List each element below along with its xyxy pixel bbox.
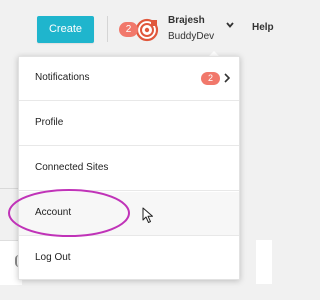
- user-site-name[interactable]: BuddyDev: [168, 31, 214, 42]
- top-bar: Create 2 Brajesh BuddyDev Help: [0, 0, 274, 58]
- create-button[interactable]: Create: [37, 16, 94, 43]
- notification-count-badge[interactable]: 2: [119, 22, 138, 37]
- user-dropdown-menu: Notifications 2 Profile Connected Sites …: [18, 56, 240, 280]
- pinwheel-avatar-icon[interactable]: [135, 18, 159, 42]
- menu-item-label: Profile: [35, 117, 64, 128]
- notifications-badge: 2: [201, 72, 220, 85]
- menu-item-profile[interactable]: Profile: [19, 102, 239, 146]
- divider: [107, 16, 108, 42]
- menu-item-label: Connected Sites: [35, 162, 109, 173]
- menu-item-label: Notifications: [35, 72, 90, 83]
- help-link[interactable]: Help: [252, 22, 274, 33]
- mouse-cursor-icon: [142, 207, 153, 223]
- chevron-down-icon[interactable]: [226, 22, 234, 28]
- user-name[interactable]: Brajesh: [168, 15, 205, 26]
- menu-item-log-out[interactable]: Log Out: [19, 237, 239, 281]
- menu-item-notifications[interactable]: Notifications 2: [19, 57, 239, 101]
- chevron-right-icon: [224, 73, 230, 83]
- highlight-ellipse: [8, 189, 130, 237]
- menu-item-connected-sites[interactable]: Connected Sites: [19, 147, 239, 191]
- background-panel-right: [256, 240, 272, 284]
- menu-item-label: Log Out: [35, 252, 71, 263]
